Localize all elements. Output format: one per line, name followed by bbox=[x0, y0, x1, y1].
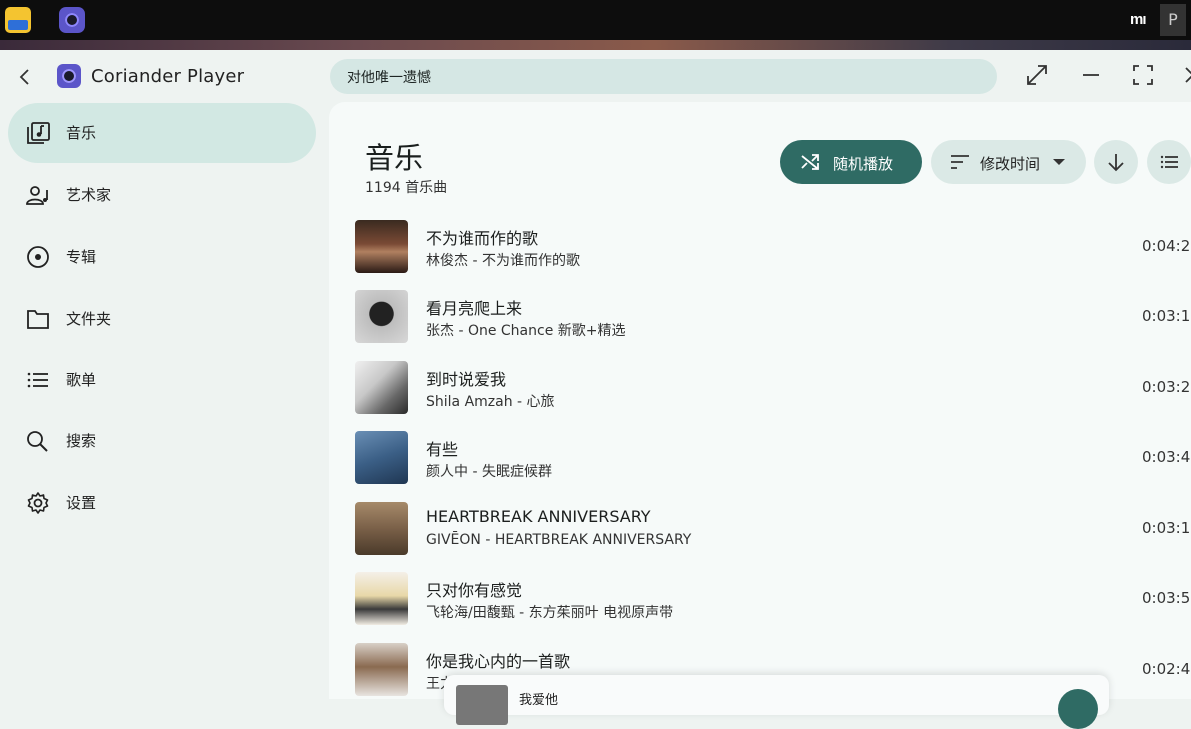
song-duration: 0:03:4 bbox=[1142, 448, 1191, 466]
song-artist-album: 颜人中 - 失眠症候群 bbox=[426, 464, 552, 480]
music-library-icon bbox=[27, 122, 50, 144]
song-row[interactable]: 有些 颜人中 - 失眠症候群 0:03:4 bbox=[355, 431, 1191, 491]
song-duration: 0:03:1 bbox=[1142, 307, 1191, 325]
song-duration: 0:03:2 bbox=[1142, 378, 1191, 396]
page-title: 音乐 bbox=[365, 141, 424, 175]
song-title: 你是我心内的一首歌 bbox=[426, 652, 571, 671]
sort-order-button[interactable] bbox=[1094, 140, 1138, 184]
caret-down-icon bbox=[1053, 159, 1065, 165]
song-title: 有些 bbox=[426, 440, 459, 459]
song-duration: 0:03:1 bbox=[1142, 519, 1191, 537]
minimize-icon bbox=[1083, 74, 1099, 76]
shuffle-icon bbox=[801, 154, 819, 170]
song-row[interactable]: 不为谁而作的歌 林俊杰 - 不为谁而作的歌 0:04:2 bbox=[355, 220, 1191, 280]
album-cover bbox=[355, 361, 408, 414]
os-taskbar: mı P bbox=[0, 0, 1191, 40]
now-playing-cover bbox=[456, 685, 508, 725]
album-cover bbox=[355, 220, 408, 273]
song-artist-album: 张杰 - One Chance 新歌+精选 bbox=[426, 323, 626, 339]
now-playing-bar[interactable]: 我爱他 bbox=[444, 675, 1109, 729]
sidebar-item-label: 歌单 bbox=[66, 371, 97, 389]
album-cover bbox=[355, 572, 408, 625]
maximize-button[interactable] bbox=[1130, 62, 1156, 88]
folder-icon bbox=[27, 310, 49, 329]
song-row[interactable]: 只对你有感觉 飞轮海/田馥甄 - 东方茱丽叶 电视原声带 0:03:5 bbox=[355, 572, 1191, 632]
sidebar-item-search[interactable]: 搜索 bbox=[8, 411, 316, 471]
album-cover bbox=[355, 502, 408, 555]
sort-dropdown[interactable]: 修改时间 bbox=[931, 140, 1086, 184]
sidebar-item-playlists[interactable]: 歌单 bbox=[8, 350, 316, 410]
song-row[interactable]: HEARTBREAK ANNIVERSARY GIVĒON - HEARTBRE… bbox=[355, 502, 1191, 562]
song-title: 看月亮爬上来 bbox=[426, 299, 523, 318]
sort-icon bbox=[951, 155, 969, 169]
app-title: Coriander Player bbox=[91, 66, 245, 87]
shuffle-play-button[interactable]: 随机播放 bbox=[780, 140, 922, 184]
fullscreen-toggle-button[interactable] bbox=[1024, 62, 1050, 88]
play-pause-button[interactable] bbox=[1058, 689, 1098, 729]
song-title: 不为谁而作的歌 bbox=[426, 229, 539, 248]
search-input[interactable]: 对他唯一遗憾 bbox=[330, 59, 997, 94]
sidebar-item-albums[interactable]: 专辑 bbox=[8, 227, 316, 287]
sort-dropdown-value: 修改时间 bbox=[980, 155, 1041, 173]
song-duration: 0:02:4 bbox=[1142, 660, 1191, 678]
main-panel: 音乐 1194 首乐曲 随机播放 修改时间 不为谁而作的歌 林俊杰 - 不为谁而… bbox=[329, 102, 1191, 699]
sidebar-item-music[interactable]: 音乐 bbox=[8, 103, 316, 163]
gear-icon bbox=[27, 492, 49, 514]
sidebar-item-label: 音乐 bbox=[66, 124, 97, 142]
track-count: 1194 首乐曲 bbox=[365, 180, 448, 196]
sidebar-item-folders[interactable]: 文件夹 bbox=[8, 289, 316, 349]
desktop-wallpaper-strip bbox=[0, 40, 1191, 50]
song-duration: 0:04:2 bbox=[1142, 237, 1191, 255]
view-mode-button[interactable] bbox=[1147, 140, 1191, 184]
song-artist-album: 飞轮海/田馥甄 - 东方茱丽叶 电视原声带 bbox=[426, 605, 674, 621]
maximize-icon bbox=[1133, 65, 1153, 85]
album-icon bbox=[27, 246, 49, 268]
sidebar-item-label: 文件夹 bbox=[66, 310, 112, 328]
sidebar-item-settings[interactable]: 设置 bbox=[8, 473, 316, 533]
search-input-value: 对他唯一遗憾 bbox=[347, 70, 431, 86]
expand-diagonal-icon bbox=[1027, 65, 1047, 85]
arrow-down-icon bbox=[1108, 154, 1124, 172]
app-logo-icon bbox=[57, 64, 81, 88]
app-window: Coriander Player 对他唯一遗憾 音乐 艺术家 专辑 文件夹 歌单… bbox=[0, 50, 1191, 699]
album-cover bbox=[355, 431, 408, 484]
list-view-icon bbox=[1160, 155, 1178, 169]
sidebar-item-label: 专辑 bbox=[66, 248, 97, 266]
song-row[interactable]: 看月亮爬上来 张杰 - One Chance 新歌+精选 0:03:1 bbox=[355, 290, 1191, 350]
album-cover bbox=[355, 290, 408, 343]
song-title: HEARTBREAK ANNIVERSARY bbox=[426, 507, 651, 526]
song-artist-album: GIVĒON - HEARTBREAK ANNIVERSARY bbox=[426, 532, 692, 548]
mi-logo-icon: mı bbox=[1130, 11, 1146, 28]
search-icon bbox=[27, 431, 48, 452]
minimize-button[interactable] bbox=[1078, 62, 1104, 88]
p-app-icon[interactable]: P bbox=[1160, 4, 1186, 36]
song-artist-album: Shila Amzah - 心旅 bbox=[426, 394, 555, 410]
shuffle-play-label: 随机播放 bbox=[833, 155, 894, 173]
song-title: 到时说爱我 bbox=[426, 370, 507, 389]
close-button[interactable] bbox=[1180, 62, 1191, 88]
back-button[interactable] bbox=[14, 66, 36, 88]
song-title: 只对你有感觉 bbox=[426, 581, 523, 600]
sidebar-item-label: 设置 bbox=[66, 494, 97, 512]
close-icon bbox=[1185, 67, 1191, 83]
sidebar-item-artists[interactable]: 艺术家 bbox=[8, 165, 316, 225]
sidebar-item-label: 艺术家 bbox=[66, 186, 112, 204]
playlist-icon bbox=[27, 372, 48, 388]
sidebar-item-label: 搜索 bbox=[66, 432, 97, 450]
file-manager-icon[interactable] bbox=[5, 7, 31, 33]
song-artist-album: 林俊杰 - 不为谁而作的歌 bbox=[426, 253, 580, 269]
coriander-player-taskbar-icon[interactable] bbox=[59, 7, 85, 33]
chevron-left-icon bbox=[19, 69, 29, 85]
artist-icon bbox=[26, 186, 48, 205]
song-duration: 0:03:5 bbox=[1142, 589, 1191, 607]
song-row[interactable]: 到时说爱我 Shila Amzah - 心旅 0:03:2 bbox=[355, 361, 1191, 421]
album-cover bbox=[355, 643, 408, 696]
